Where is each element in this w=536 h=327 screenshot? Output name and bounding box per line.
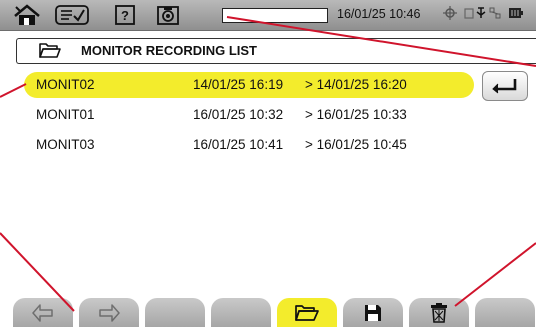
camera-icon[interactable] — [156, 3, 180, 27]
recording-start: 16/01/25 10:32 — [193, 107, 284, 122]
position-icon — [443, 6, 457, 20]
recording-start: 16/01/25 10:41 — [193, 137, 284, 152]
save-button[interactable] — [343, 298, 403, 327]
battery-icon — [509, 8, 523, 18]
enter-icon — [492, 79, 517, 94]
empty-softkey[interactable] — [475, 298, 535, 327]
arrow-right-icon — [99, 303, 120, 322]
recording-name: MONIT02 — [36, 77, 95, 92]
home-icon[interactable] — [12, 3, 42, 27]
datetime-display: 16/01/25 10:46 — [337, 7, 421, 21]
recording-list-header: MONITOR RECORDING LIST — [16, 38, 536, 64]
folder-icon — [295, 304, 319, 321]
next-tab-button[interactable] — [79, 298, 139, 327]
recording-row[interactable]: MONIT01 16/01/25 10:32 > 16/01/25 10:33 — [24, 102, 474, 128]
help-icon[interactable]: ? — [114, 3, 136, 27]
recording-row-selected[interactable]: MONIT02 14/01/25 16:19 > 14/01/25 16:20 — [24, 72, 474, 98]
recording-name: MONIT03 — [36, 137, 95, 152]
status-icons — [443, 6, 523, 20]
recording-row[interactable]: MONIT03 16/01/25 10:41 > 16/01/25 10:45 — [24, 132, 474, 158]
svg-text:?: ? — [121, 8, 129, 23]
arrow-left-icon — [32, 303, 53, 322]
recording-start: 14/01/25 16:19 — [193, 77, 284, 92]
page-title: MONITOR RECORDING LIST — [81, 43, 257, 58]
enter-button[interactable] — [482, 71, 528, 101]
trash-icon — [431, 302, 447, 323]
save-icon — [365, 304, 381, 321]
empty-softkey[interactable] — [145, 298, 205, 327]
top-status-bar: ? 16/01/25 10:46 — [0, 0, 536, 31]
recording-end: > 16/01/25 10:45 — [305, 137, 407, 152]
checklist-icon[interactable] — [54, 3, 90, 27]
empty-softkey[interactable] — [211, 298, 271, 327]
recording-end: > 14/01/25 16:20 — [305, 77, 407, 92]
recording-name: MONIT01 — [36, 107, 95, 122]
recording-end: > 16/01/25 10:33 — [305, 107, 407, 122]
previous-tab-button[interactable] — [13, 298, 73, 327]
connection-icons — [464, 7, 501, 19]
folder-icon — [39, 42, 61, 64]
open-folder-button[interactable] — [277, 298, 337, 327]
memory-progress-bar — [222, 8, 328, 23]
delete-button[interactable] — [409, 298, 469, 327]
